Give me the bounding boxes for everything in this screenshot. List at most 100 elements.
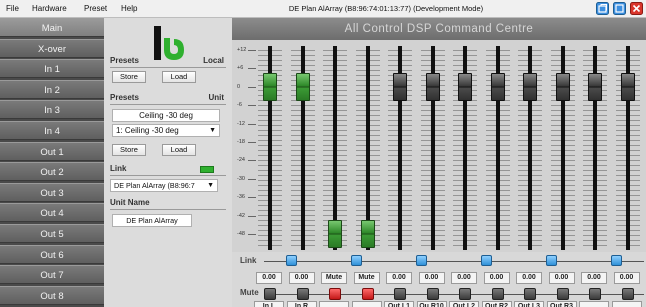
nav-item-out-6[interactable]: Out 6	[0, 244, 104, 264]
mute-button[interactable]	[296, 288, 309, 300]
mute-row-line	[264, 294, 644, 295]
close-icon[interactable]	[630, 2, 643, 15]
local-load-button[interactable]: Load	[162, 71, 196, 83]
local-store-button[interactable]: Store	[112, 71, 146, 83]
link-button[interactable]	[350, 255, 362, 266]
chevron-down-icon: ▼	[209, 127, 216, 134]
maximize-icon[interactable]	[613, 2, 626, 15]
nav-item-out-7[interactable]: Out 7	[0, 265, 104, 285]
mute-button[interactable]	[589, 288, 601, 300]
menu-file[interactable]: File	[6, 4, 19, 13]
gain-value[interactable]: 0.00	[581, 272, 607, 284]
menu-help[interactable]: Help	[121, 4, 137, 13]
mute-row-label: Mute	[240, 288, 259, 297]
fader-knob[interactable]	[588, 72, 602, 101]
unit-name-title: Unit Name	[110, 198, 150, 207]
nav-item-out-2[interactable]: Out 2	[0, 162, 104, 182]
fader-knob[interactable]	[263, 72, 277, 101]
gain-value[interactable]: 0.00	[548, 272, 575, 284]
mute-button[interactable]	[361, 288, 374, 300]
nav-item-main[interactable]: Main	[0, 18, 104, 37]
fader-knob[interactable]	[458, 72, 472, 101]
nav-item-out-4[interactable]: Out 4	[0, 203, 104, 223]
fader-knob[interactable]	[328, 220, 342, 248]
nav-item-x-over[interactable]: X-over	[0, 38, 104, 58]
mute-button[interactable]	[524, 288, 536, 300]
gain-value[interactable]: 0.00	[418, 272, 445, 284]
scale-label: -24	[237, 157, 245, 164]
nav-item-in-2[interactable]: In 2	[0, 79, 104, 99]
control-panel: Presets Local Store Load Presets Unit Ce…	[104, 18, 232, 307]
sidebar-nav: Main X-over In 1 In 2 In 3 In 4 Out 1 Ou…	[0, 18, 104, 307]
gain-value[interactable]: 0.00	[288, 272, 315, 284]
menu-preset[interactable]: Preset	[84, 4, 107, 13]
mute-button[interactable]	[329, 288, 341, 300]
unit-load-button[interactable]: Load	[162, 144, 196, 156]
mute-button[interactable]	[459, 288, 471, 300]
gain-value[interactable]: 0.00	[613, 272, 640, 284]
nav-item-in-4[interactable]: In 4	[0, 121, 104, 140]
link-status-led	[200, 166, 214, 173]
fader-strip	[485, 46, 510, 250]
fader-knob[interactable]	[523, 72, 537, 101]
gain-value[interactable]: 0.00	[516, 272, 542, 284]
fader-strip	[388, 46, 412, 250]
mute-row: Mute	[232, 286, 646, 302]
fader-knob[interactable]	[490, 72, 505, 101]
gain-value[interactable]: 0.00	[256, 272, 282, 284]
channel-name: Out R3	[546, 301, 577, 307]
channel-name: Out L3	[514, 301, 544, 307]
gain-value[interactable]: 0.00	[451, 272, 477, 284]
channel-name: In L	[254, 301, 284, 307]
scale-label: -6	[237, 102, 242, 109]
gain-value[interactable]: 0.00	[386, 272, 412, 284]
unit-name-header: Unit Name	[110, 198, 226, 210]
link-button[interactable]	[285, 255, 297, 266]
fader-knob[interactable]	[360, 220, 375, 248]
scale-tick	[248, 50, 256, 51]
channel-name	[351, 301, 382, 307]
gain-value[interactable]: Mute	[321, 272, 347, 284]
mute-button[interactable]	[426, 288, 439, 300]
mute-button[interactable]	[621, 288, 634, 300]
menu-hardware[interactable]: Hardware	[32, 4, 67, 13]
fader-strip	[420, 46, 445, 250]
scale-label: +6	[237, 65, 244, 72]
channel-name: Ou R10	[416, 301, 447, 307]
nav-item-out-3[interactable]: Out 3	[0, 182, 104, 202]
command-centre: All Control DSP Command Centre +12 +6 0 -6 -…	[232, 18, 646, 307]
nav-item-out-1[interactable]: Out 1	[0, 141, 104, 161]
nav-item-in-3[interactable]: In 3	[0, 100, 104, 120]
gain-value[interactable]: Mute	[353, 272, 380, 284]
presets-local-header: Presets Local	[110, 56, 226, 68]
mute-button[interactable]	[264, 288, 276, 300]
fader-knob[interactable]	[425, 72, 440, 101]
scale-tick	[248, 105, 256, 107]
unit-preset-select[interactable]: 1: Ceiling -30 deg ▼	[112, 124, 220, 137]
scale-label: +12	[237, 47, 247, 53]
fader-knob[interactable]	[620, 72, 635, 101]
unit-name-input[interactable]: DE Plan AlArray	[112, 214, 192, 227]
mute-button[interactable]	[491, 288, 504, 300]
unit-preset-value: 1: Ceiling -30 deg	[116, 126, 179, 135]
link-button[interactable]	[610, 255, 622, 266]
fader-knob[interactable]	[555, 72, 570, 101]
fader-knob[interactable]	[295, 72, 310, 101]
scale-tick	[248, 197, 256, 199]
fader-strip	[453, 46, 477, 250]
mute-button[interactable]	[556, 288, 569, 300]
scale-tick	[248, 68, 256, 70]
fader-knob[interactable]	[393, 72, 407, 101]
link-button[interactable]	[480, 255, 492, 266]
nav-item-out-8[interactable]: Out 8	[0, 285, 104, 305]
link-button[interactable]	[545, 255, 557, 266]
mute-button[interactable]	[394, 288, 406, 300]
link-device-select[interactable]: DE Plan AlArray (B8:96:7 ▼	[110, 179, 218, 192]
unit-store-button[interactable]: Store	[112, 144, 146, 156]
fader-strip	[615, 46, 640, 250]
link-button[interactable]	[415, 255, 427, 266]
gain-value[interactable]: 0.00	[483, 272, 510, 284]
nav-item-out-5[interactable]: Out 5	[0, 224, 104, 243]
restore-icon[interactable]	[596, 2, 609, 15]
nav-item-in-1[interactable]: In 1	[0, 59, 104, 79]
